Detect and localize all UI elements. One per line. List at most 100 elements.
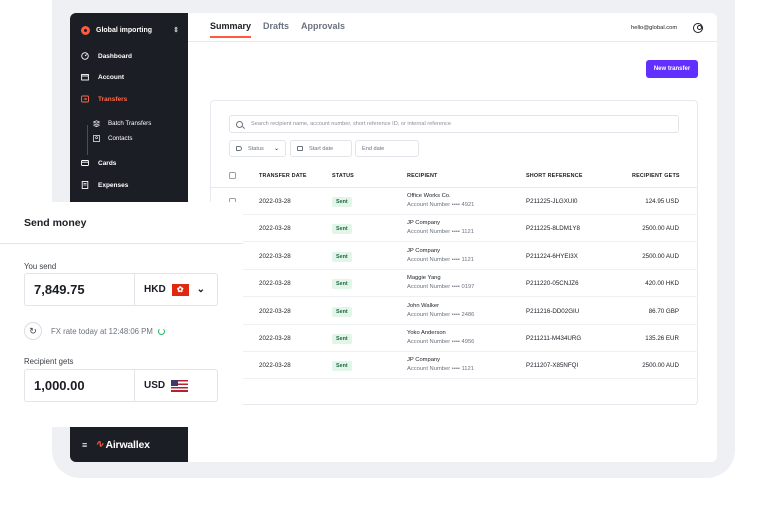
search-input[interactable] (251, 121, 671, 127)
sidebar-item-transfers[interactable]: Transfers (81, 93, 127, 105)
status-badge: Sent (332, 279, 352, 290)
recipient-cell: JP Company Account Number •••• 1121 (407, 357, 474, 372)
table-row[interactable]: 2022-03-28 Sent Maggie Yang Account Number … (210, 270, 698, 298)
column-header-recipient-gets[interactable]: RECIPIENT GETS (632, 173, 680, 179)
tab-summary[interactable]: Summary (210, 21, 252, 38)
hong-kong-flag-icon: ✿ (171, 283, 189, 296)
search-box[interactable] (229, 115, 679, 133)
recipient-cell: Office Works Co. Account Number •••• 4921 (407, 193, 474, 208)
layers-icon (93, 119, 100, 127)
select-all-checkbox[interactable] (229, 172, 236, 179)
recipient-gets-amount: 135.26 EUR (645, 335, 679, 342)
sidebar: Global importing ⇕ Dashboard Account Tra… (70, 13, 188, 202)
short-reference: P211225-8LDM1Y8 (526, 225, 580, 233)
status-filter-label: Status (248, 145, 264, 152)
app-stage: Global importing ⇕ Dashboard Account Tra… (0, 0, 768, 507)
recipient-account: Account Number •••• 1121 (407, 366, 474, 373)
transfer-date: 2022-03-28 (259, 198, 291, 205)
fx-rate-text: FX rate today at 12:48:06 PM (51, 326, 153, 336)
end-date-field[interactable]: End date (355, 140, 419, 157)
recipient-gets-currency[interactable]: USD (135, 370, 217, 401)
hamburger-menu-icon[interactable]: ≡ (82, 440, 87, 450)
table-row[interactable]: 2022-03-28 Sent JP Company Account Number •… (210, 352, 698, 380)
column-header-transfer-date[interactable]: TRANSFER DATE (259, 173, 307, 179)
transfer-icon (81, 95, 89, 103)
sidebar-item-label: Transfers (98, 95, 128, 103)
table-row[interactable]: 2022-03-28 Sent JP Company Account Number •… (210, 215, 698, 243)
table-row[interactable]: 2022-03-28 Sent Yoko Anderson Account Numbe… (210, 325, 698, 352)
sidebar-item-label: Dashboard (98, 52, 132, 60)
sidebar-item-label: Batch Transfers (108, 119, 152, 127)
recipient-cell: JP Company Account Number •••• 1121 (407, 220, 474, 235)
column-header-status[interactable]: STATUS (332, 173, 354, 179)
status-badge: Sent (332, 224, 352, 235)
recipient-gets-label: Recipient gets (24, 357, 74, 366)
brand-logo: ∿ Airwallex (95, 439, 150, 451)
transfer-date: 2022-03-28 (259, 280, 291, 288)
new-transfer-button[interactable]: New transfer (646, 60, 698, 78)
recipient-name: JP Company (407, 247, 441, 254)
recipient-gets-amount: 2500.00 AUD (642, 252, 679, 260)
short-reference: P211220-05CNJZ6 (526, 280, 579, 288)
column-header-short-reference[interactable]: SHORT REFERENCE (526, 173, 583, 179)
org-switcher[interactable]: Global importing ⇕ (81, 22, 179, 38)
recipient-account: Account Number •••• 2486 (407, 311, 475, 318)
recipient-account: Account Number •••• 4921 (407, 202, 475, 208)
sidebar-item-label: Contacts (108, 134, 133, 142)
end-date-placeholder: End date (362, 145, 385, 152)
short-reference: P211211-M434URG (526, 335, 582, 342)
sidebar-footer: ≡ ∿ Airwallex (70, 427, 188, 462)
recipient-cell: JP Company Account Number •••• 1121 (407, 248, 474, 263)
start-date-field[interactable]: Start date (290, 140, 352, 157)
recipient-gets-field: 1,000.00 USD (24, 369, 218, 402)
send-money-divider (0, 243, 243, 244)
you-send-currency-select[interactable]: HKD ✿ ⌄ (135, 274, 217, 305)
table-row[interactable]: 2022-03-28 Sent Office Works Co. Account Nu… (210, 188, 698, 215)
sidebar-item-account[interactable]: Account (81, 71, 124, 83)
status-badge: Sent (332, 251, 352, 262)
sidebar-item-dashboard[interactable]: Dashboard (81, 50, 132, 62)
recipient-name: Maggie Yang (407, 275, 441, 282)
recipient-cell: Yoko Anderson Account Number •••• 4956 (407, 330, 474, 345)
currency-code: USD (144, 380, 166, 391)
short-reference: P211225-JLGXUI0 (526, 198, 578, 205)
table-row[interactable]: 2022-03-28 Sent John Walker Account Number … (210, 298, 698, 325)
send-money-title: Send money (24, 217, 87, 229)
us-flag-icon (171, 379, 189, 392)
currency-code: HKD (144, 284, 166, 295)
tab-drafts[interactable]: Drafts (263, 21, 289, 37)
table-row[interactable]: 2022-03-28 Sent JP Company Account Number •… (210, 243, 698, 270)
transfer-date: 2022-03-28 (259, 307, 291, 315)
transfer-date: 2022-03-28 (259, 252, 291, 260)
recipient-name: Yoko Anderson (407, 330, 446, 336)
short-reference: P211216-DD02GIU (526, 307, 580, 315)
column-header-recipient[interactable]: RECIPIENT (407, 173, 438, 179)
chevron-down-icon: ⌄ (196, 284, 206, 295)
receipt-icon (81, 181, 89, 189)
recipient-name: JP Company (407, 357, 441, 364)
sidebar-item-expenses[interactable]: Expenses (81, 179, 128, 191)
recipient-cell: John Walker Account Number •••• 2486 (407, 303, 474, 318)
chevron-down-icon: ⌄ (273, 146, 279, 152)
short-reference: P211207-X85NFQI (526, 362, 579, 370)
sidebar-item-label: Account (98, 73, 124, 81)
transfer-date: 2022-03-28 (259, 335, 291, 342)
subnav-divider (87, 125, 88, 155)
dashboard-icon (81, 52, 89, 60)
status-filter[interactable]: Status ⌄ (229, 140, 286, 157)
refresh-icon[interactable]: ↻ (24, 322, 42, 340)
account-email: hello@global.com (631, 25, 678, 31)
sidebar-item-contacts[interactable]: Contacts (93, 133, 132, 143)
recipient-gets-amount[interactable]: 1,000.00 (25, 370, 135, 401)
card-icon (81, 160, 89, 166)
tab-approvals[interactable]: Approvals (301, 21, 345, 37)
sidebar-item-cards[interactable]: Cards (81, 157, 116, 169)
recipient-name: Office Works Co. (407, 193, 451, 199)
you-send-amount[interactable]: 7,849.75 (25, 274, 135, 305)
short-reference: P211224-6HYEI3X (526, 252, 578, 260)
loading-spinner-icon (157, 327, 165, 335)
sidebar-item-batch-transfers[interactable]: Batch Transfers (93, 118, 151, 128)
status-badge: Sent (332, 197, 352, 207)
sidebar-item-label: Cards (98, 159, 117, 167)
user-avatar-icon[interactable] (693, 23, 703, 33)
